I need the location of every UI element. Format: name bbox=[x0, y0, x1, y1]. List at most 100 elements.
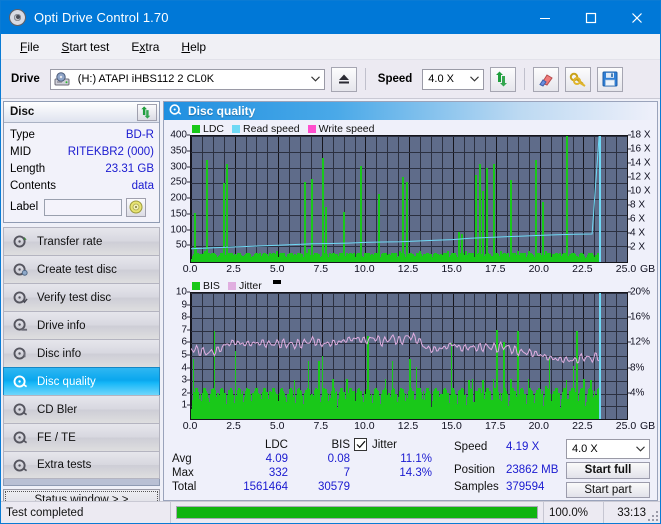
end-of-data-marker bbox=[599, 136, 601, 262]
sidebar-item-disc-info[interactable]: Disc info bbox=[3, 339, 160, 367]
sidebar-item-label: Drive info bbox=[37, 319, 86, 332]
eject-button[interactable] bbox=[330, 66, 357, 92]
samples-row-value: 379594 bbox=[506, 480, 545, 493]
fe-te-icon bbox=[9, 430, 31, 445]
sidebar-item-disc-quality[interactable]: Disc quality bbox=[3, 367, 160, 395]
row-label-max: Max bbox=[172, 467, 194, 479]
elapsed-time: 33:13 bbox=[604, 502, 660, 523]
legend-jitter: Jitter bbox=[227, 280, 262, 292]
title-bar: Opti Drive Control 1.70 bbox=[1, 1, 660, 34]
drive-select[interactable]: (H:) ATAPI iHBS112 2 CL0K bbox=[49, 68, 325, 90]
left-column: Disc Type BD-R MID RITEKBR2 (000) Length… bbox=[3, 101, 160, 511]
chevron-down-icon bbox=[466, 70, 483, 89]
disc-quality-icon bbox=[169, 103, 182, 119]
test-speed-select[interactable]: 4.0 X bbox=[566, 439, 650, 459]
disc-test-icon bbox=[9, 234, 31, 249]
sidebar-item-label: Verify test disc bbox=[37, 291, 112, 304]
menu-help[interactable]: Help bbox=[170, 37, 217, 57]
y2-axis-tick-label: 12% bbox=[630, 336, 651, 348]
x-axis-tick-label: 7.5 bbox=[313, 263, 329, 275]
speed-row-value: 4.19 X bbox=[506, 440, 540, 453]
chart1-plot[interactable] bbox=[190, 135, 628, 263]
sidebar-item-drive-info[interactable]: Drive info bbox=[3, 311, 160, 339]
menu-file[interactable]: File bbox=[9, 37, 50, 57]
maximize-button[interactable] bbox=[568, 1, 614, 34]
x-axis-tick-label: 5.0 bbox=[269, 420, 285, 432]
row-label-total: Total bbox=[172, 481, 197, 493]
samples-row-label: Samples bbox=[454, 480, 499, 493]
disc-info-rows: Type BD-R MID RITEKBR2 (000) Length 23.3… bbox=[4, 123, 159, 222]
y2-axis-tick-label: 4 X bbox=[630, 227, 646, 239]
x-axis-tick-label: 25.0 bbox=[615, 263, 637, 275]
app-icon bbox=[9, 8, 27, 27]
y2-axis-tick-label: 16 X bbox=[630, 143, 651, 155]
disc-label-input[interactable] bbox=[44, 198, 123, 216]
ldc-max-value: 332 bbox=[268, 467, 288, 479]
start-part-button[interactable]: Start part bbox=[566, 481, 650, 498]
main-toolbar: Drive (H:) ATAPI iHBS112 2 CL0K Speed 4.… bbox=[1, 60, 660, 99]
menu-start-test[interactable]: Start test bbox=[50, 37, 120, 57]
resize-grip-icon[interactable] bbox=[648, 511, 658, 521]
disc-row-length: Length 23.31 GB bbox=[10, 160, 154, 177]
start-full-button[interactable]: Start full bbox=[566, 462, 650, 479]
y-axis-tick-label: 300 bbox=[170, 161, 187, 172]
legend-label: Write speed bbox=[318, 122, 375, 135]
sidebar-item-cd-bler[interactable]: CD Bler bbox=[3, 395, 160, 423]
main-body: Disc Type BD-R MID RITEKBR2 (000) Length… bbox=[1, 99, 660, 511]
sidebar-filler bbox=[3, 479, 160, 486]
y-axis-tick-label: 350 bbox=[170, 145, 187, 157]
x-axis-tick-label: 15.0 bbox=[441, 263, 462, 275]
refresh-icon bbox=[141, 105, 151, 119]
sidebar-item-fe-te[interactable]: FE / TE bbox=[3, 423, 160, 451]
sidebar-item-label: CD Bler bbox=[37, 403, 78, 416]
sidebar-item-label: Transfer rate bbox=[37, 235, 103, 248]
disc-info-icon bbox=[9, 346, 31, 361]
x-axis-tick-label: 20.0 bbox=[528, 420, 550, 432]
scale-marker-icon bbox=[272, 280, 281, 284]
x-axis-unit: GB bbox=[640, 263, 656, 275]
drive-value: (H:) ATAPI iHBS112 2 CL0K bbox=[77, 73, 215, 85]
drive-label: Drive bbox=[11, 73, 40, 85]
chart2-legend: BIS Jitter bbox=[164, 279, 657, 292]
save-button[interactable] bbox=[597, 66, 624, 92]
sidebar-item-verify-test-disc[interactable]: Verify test disc bbox=[3, 283, 160, 311]
minimize-button[interactable] bbox=[522, 1, 568, 34]
samples-row: Samples 379594 bbox=[454, 478, 566, 495]
stats-area: LDC BIS Jitter Avg 4.09 0.08 11.1% Max 3… bbox=[164, 434, 657, 500]
close-button[interactable] bbox=[614, 1, 660, 34]
menu-extra[interactable]: Extra bbox=[120, 37, 170, 57]
speed-select[interactable]: 4.0 X bbox=[422, 68, 485, 90]
y-axis-tick-label: 400 bbox=[170, 129, 187, 141]
menu-extra-label: tra bbox=[145, 39, 160, 54]
eraser-icon bbox=[539, 74, 554, 87]
keys-button[interactable] bbox=[565, 66, 592, 92]
sidebar-item-extra-tests[interactable]: Extra tests bbox=[3, 451, 160, 479]
eject-icon bbox=[338, 74, 349, 84]
disc-label-button[interactable] bbox=[126, 197, 147, 217]
disc-panel-header: Disc bbox=[4, 102, 159, 123]
x-axis-tick-label: 25.0 bbox=[615, 420, 637, 432]
x-axis-tick-label: 17.5 bbox=[484, 263, 506, 275]
chart2-plot[interactable] bbox=[190, 292, 628, 420]
sidebar-item-create-test-disc[interactable]: Create test disc bbox=[3, 255, 160, 283]
y2-axis-tick-label: 10 X bbox=[630, 185, 651, 197]
app-window: Opti Drive Control 1.70 File Start test … bbox=[0, 0, 661, 524]
jitter-checkbox-box[interactable] bbox=[354, 438, 367, 451]
disc-verify-icon bbox=[9, 290, 31, 305]
erase-button[interactable] bbox=[533, 66, 560, 92]
x-axis-tick-label: 12.5 bbox=[397, 420, 419, 432]
y2-axis-tick-label: 16% bbox=[630, 311, 651, 323]
disc-row-contents-value: data bbox=[131, 179, 154, 192]
x-axis-tick-label: 22.5 bbox=[572, 420, 593, 432]
disc-label-row: Label bbox=[10, 196, 154, 218]
jitter-checkbox[interactable] bbox=[350, 438, 372, 451]
chevron-down-icon bbox=[632, 440, 649, 459]
row-label-avg: Avg bbox=[172, 453, 192, 465]
speed-row: Speed 4.19 X bbox=[454, 438, 566, 455]
menu-help-label: elp bbox=[190, 39, 207, 54]
sidebar-item-transfer-rate[interactable]: Transfer rate bbox=[3, 227, 160, 255]
sidebar-item-label: Disc quality bbox=[37, 375, 96, 388]
jitter-avg-value: 11.1% bbox=[400, 453, 432, 465]
refresh-button[interactable] bbox=[490, 66, 517, 92]
disc-refresh-button[interactable] bbox=[137, 103, 157, 121]
